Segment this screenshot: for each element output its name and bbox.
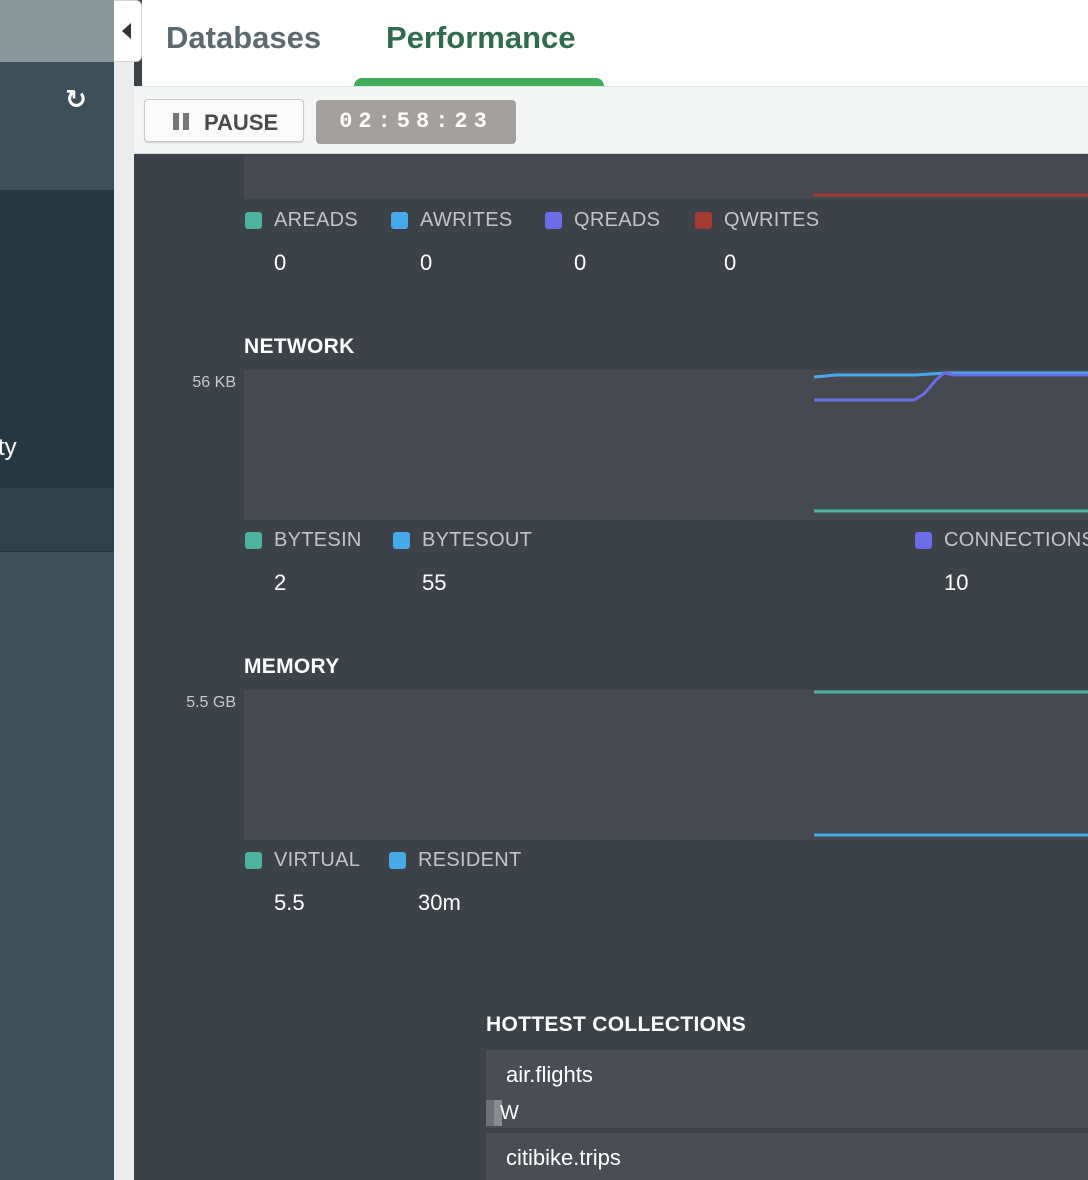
legend-swatch [245, 852, 262, 869]
legend-value: 10 [944, 570, 969, 595]
legend-value: 30m [418, 890, 461, 915]
connections-series-line [814, 371, 1088, 402]
pause-button[interactable]: PAUSE [144, 99, 304, 142]
collection-row[interactable]: citibike.trips [486, 1133, 1088, 1180]
legend-value: 2 [274, 570, 287, 595]
sidebar: ↻ ty [0, 0, 114, 1180]
legend-swatch [393, 532, 410, 549]
legend-swatch [245, 532, 262, 549]
sidebar-item[interactable] [0, 488, 114, 552]
active-tab-indicator [354, 78, 604, 86]
caret-left-icon [122, 23, 131, 39]
legend-value: 5.5 [274, 890, 305, 915]
legend-label: VIRTUAL [274, 849, 361, 871]
legend-value: 0 [274, 250, 287, 275]
legend-label: QWRITES [724, 209, 820, 231]
legend-label: BYTESOUT [422, 529, 533, 551]
sidebar-divider [114, 0, 134, 1180]
memory-y-max-label: 5.5 GB [186, 694, 236, 711]
operations-chart-plot [813, 193, 1088, 197]
legend-swatch [545, 212, 562, 229]
network-y-max-label: 56 KB [192, 374, 236, 391]
legend-value: 0 [724, 250, 737, 275]
memory-chart [244, 690, 1088, 840]
operations-chart [244, 155, 1088, 199]
legend-swatch [915, 532, 932, 549]
performance-content: AREADS 0 AWRITES 0 QREADS 0 QWRITES 0 NETWORK 5… [134, 155, 1088, 1180]
legend-label: RESIDENT [418, 849, 522, 871]
sidebar-item-label[interactable]: ty [0, 434, 17, 462]
tab-performance[interactable]: Performance [386, 20, 576, 56]
memory-title: MEMORY [244, 655, 340, 678]
refresh-icon[interactable]: ↻ [62, 86, 90, 114]
legend-label: QREADS [574, 209, 661, 231]
legend-label: AWRITES [420, 209, 513, 231]
sidebar-selected-section[interactable] [0, 190, 114, 488]
network-chart [244, 370, 1088, 520]
legend-label: BYTESIN [274, 529, 362, 551]
performance-toolbar: PAUSE 02:58:23 [134, 86, 1088, 154]
collection-name: citibike.trips [506, 1145, 621, 1170]
collection-activity-label: W [500, 1102, 519, 1124]
network-title: NETWORK [244, 335, 355, 358]
collection-name: air.flights [506, 1062, 593, 1087]
legend-label: AREADS [274, 209, 359, 231]
hottest-collections-title: HOTTEST COLLECTIONS [486, 1013, 747, 1036]
legend-swatch [695, 212, 712, 229]
elapsed-timer: 02:58:23 [316, 100, 516, 144]
legend-swatch [245, 212, 262, 229]
network-chart-plot [813, 371, 1088, 513]
legend-value: 55 [422, 570, 447, 595]
legend-value: 0 [420, 250, 433, 275]
pause-button-label: PAUSE [204, 110, 279, 135]
legend-value: 0 [574, 250, 587, 275]
collapse-sidebar-button[interactable] [114, 0, 142, 62]
pause-icon [173, 113, 189, 130]
tab-databases[interactable]: Databases [166, 20, 321, 56]
legend-label: CONNECTIONS [944, 529, 1088, 551]
tab-bar: Databases Performance [142, 0, 1088, 86]
memory-chart-plot [814, 690, 1088, 837]
collection-row[interactable]: air.flights W [486, 1050, 1088, 1128]
sidebar-instance-panel [0, 62, 114, 190]
legend-swatch [391, 212, 408, 229]
sidebar-header-bar [0, 0, 114, 62]
legend-swatch [389, 852, 406, 869]
